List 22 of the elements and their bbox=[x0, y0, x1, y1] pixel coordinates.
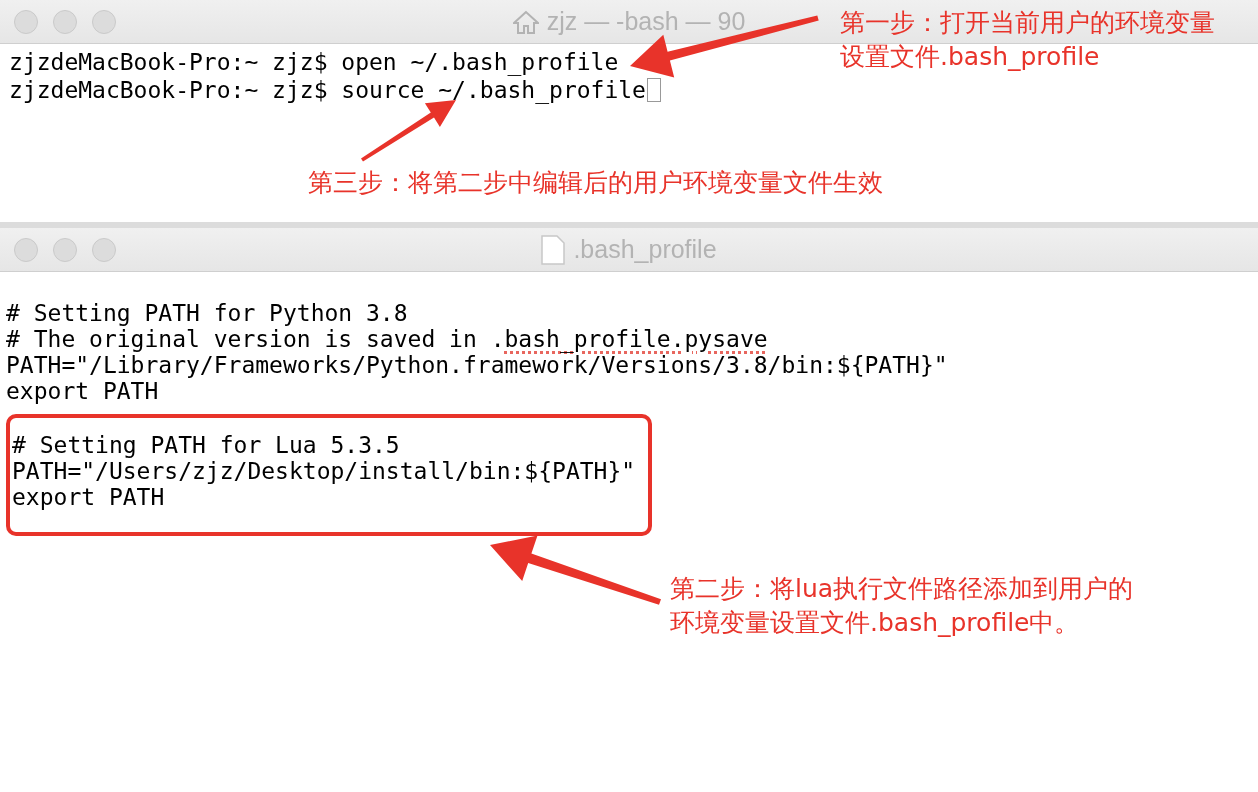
window-button[interactable] bbox=[14, 9, 38, 34]
window-button[interactable] bbox=[92, 9, 116, 34]
window-title: zjz — -bash — 90 bbox=[546, 7, 746, 36]
annotation-text: 第一步：打开当前用户的环境变量 设置文件.bash_profile bbox=[840, 7, 1215, 73]
window-button[interactable] bbox=[92, 237, 116, 262]
home-icon bbox=[512, 9, 539, 34]
code-line: # The original version is saved in .bash_profile.pysave bbox=[6, 326, 769, 352]
code-line: # Setting PATH for Lua 5.3.5 bbox=[12, 432, 401, 458]
code-line: export PATH bbox=[12, 484, 166, 510]
code-line: PATH="/Users/zjz/Desktop/install/bin:${PATH}" bbox=[12, 458, 637, 484]
code-line: export PATH bbox=[6, 378, 160, 404]
annotation-text: 第二步：将lua执行文件路径添加到用户的 环境变量设置文件.bash_profile中。 bbox=[670, 573, 1134, 639]
document-icon bbox=[541, 234, 566, 265]
terminal-line: zjzdeMacBook-Pro:~ zjz$ open ~/.bash_profile bbox=[9, 48, 619, 76]
code-line: PATH="/Library/Frameworks/Python.framework/Versions/3.8/bin:${PATH}" bbox=[6, 352, 949, 378]
window-title: .bash_profile bbox=[573, 235, 717, 264]
window-button[interactable] bbox=[14, 237, 38, 262]
window-button[interactable] bbox=[53, 237, 77, 262]
window-button[interactable] bbox=[53, 9, 77, 34]
annotation-text: 第三步：将第二步中编辑后的用户环境变量文件生效 bbox=[308, 167, 883, 199]
code-line: # Setting PATH for Python 3.8 bbox=[6, 300, 409, 326]
terminal-line: zjzdeMacBook-Pro:~ zjz$ source ~/.bash_profile bbox=[9, 76, 646, 104]
